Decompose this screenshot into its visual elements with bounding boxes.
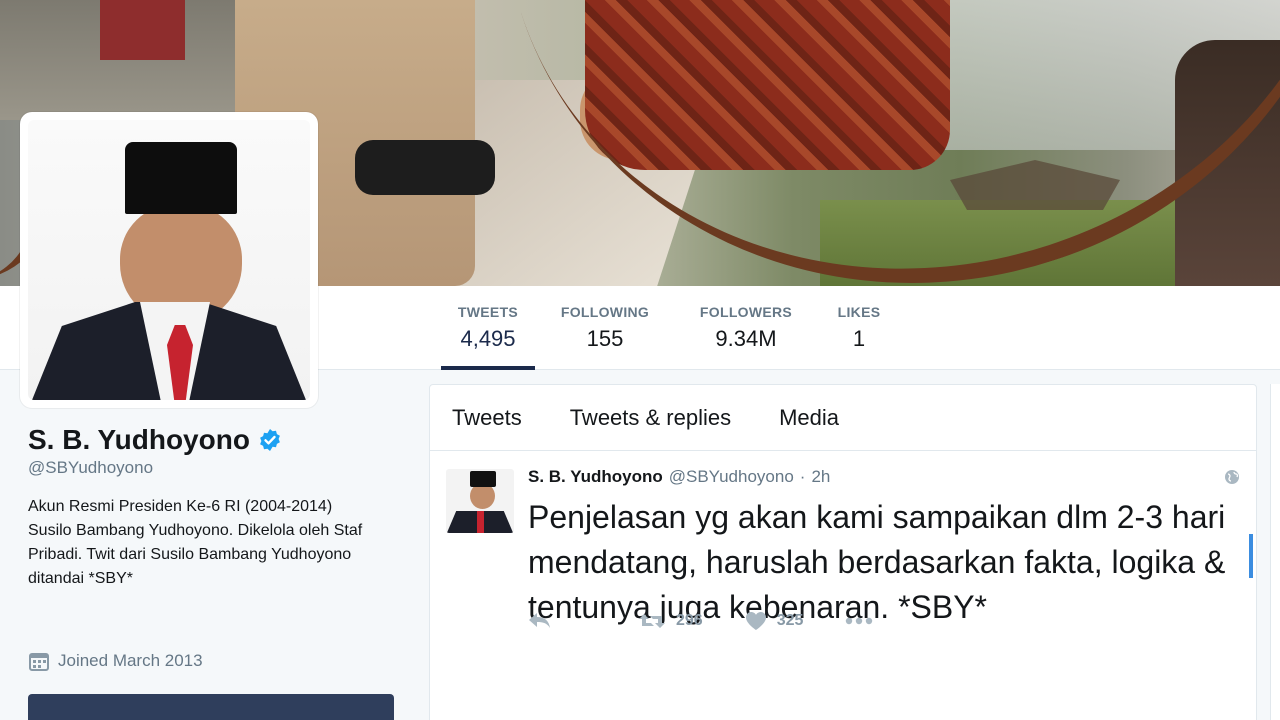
- tweet-separator: ·: [799, 467, 806, 486]
- stat-tweets-value: 4,495: [460, 326, 516, 351]
- tweet-timestamp[interactable]: 2h: [811, 467, 830, 487]
- tweet-author-name[interactable]: S. B. Yudhoyono: [528, 467, 663, 487]
- globe-icon[interactable]: [1224, 469, 1240, 485]
- tweet-to-button[interactable]: [28, 694, 394, 720]
- tweet-text: Penjelasan yg akan kami sampaikan dlm 2-…: [528, 499, 1226, 625]
- timeline-tabs: Tweets Tweets & replies Media: [430, 385, 1256, 451]
- stat-following-value: 155: [586, 326, 624, 351]
- profile-name[interactable]: S. B. Yudhoyono: [28, 424, 250, 456]
- tweet-avatar-tie: [477, 511, 484, 533]
- right-column-edge: [1270, 384, 1280, 720]
- profile-joined-text: Joined March 2013: [58, 651, 203, 670]
- reply-action[interactable]: [528, 612, 552, 630]
- timeline: Tweets Tweets & replies Media S. B. Yudh…: [429, 384, 1257, 720]
- stat-followers[interactable]: FOLLOWERS 9.34M: [690, 286, 802, 370]
- stat-tweets[interactable]: TWEETS 4,495: [441, 286, 535, 370]
- scroll-indicator[interactable]: [1249, 534, 1253, 578]
- verified-badge-icon: [260, 429, 280, 451]
- profile-name-row: S. B. Yudhoyono: [28, 424, 282, 456]
- tweet-avatar[interactable]: [446, 469, 514, 533]
- tab-tweets-replies[interactable]: Tweets & replies: [570, 405, 731, 431]
- banner-camera: [355, 140, 495, 195]
- profile-joined: Joined March 2013: [28, 650, 203, 672]
- more-dots-icon: [846, 617, 873, 625]
- avatar-peci-hat: [125, 142, 237, 214]
- stat-following-label: FOLLOWING: [560, 304, 650, 320]
- profile-handle[interactable]: @SBYudhoyono: [28, 458, 153, 478]
- tab-media[interactable]: Media: [779, 405, 839, 431]
- reply-icon: [529, 613, 550, 628]
- like-count: 325: [776, 612, 804, 629]
- calendar-icon: [29, 653, 49, 671]
- heart-icon: [745, 612, 766, 630]
- stat-likes-value: 1: [852, 326, 866, 351]
- tweet-header: S. B. Yudhoyono @SBYudhoyono · 2h: [528, 465, 1240, 489]
- profile-bio: Akun Resmi Presiden Ke-6 RI (2004-2014) …: [28, 498, 363, 587]
- stat-followers-value: 9.34M: [715, 326, 777, 351]
- stat-following[interactable]: FOLLOWING 155: [552, 286, 658, 370]
- stat-likes[interactable]: LIKES 1: [830, 286, 888, 370]
- banner-scarf: [100, 0, 185, 60]
- tweet-actions: 296 325: [528, 611, 915, 631]
- profile-avatar-card[interactable]: [20, 112, 318, 408]
- stat-likes-label: LIKES: [837, 304, 881, 320]
- more-action[interactable]: [845, 617, 873, 625]
- like-action[interactable]: 325: [745, 611, 804, 631]
- retweet-action[interactable]: 296: [638, 612, 703, 630]
- stat-tweets-label: TWEETS: [457, 304, 519, 320]
- stat-followers-label: FOLLOWERS: [699, 304, 793, 320]
- tweet-author-handle[interactable]: @SBYudhoyono: [669, 467, 794, 487]
- retweet-icon: [639, 614, 665, 628]
- tweet-item[interactable]: S. B. Yudhoyono @SBYudhoyono · 2h Penjel…: [430, 451, 1256, 720]
- tab-tweets[interactable]: Tweets: [452, 405, 522, 431]
- tweet-avatar-hat: [470, 471, 496, 487]
- profile-avatar: [28, 120, 310, 400]
- retweet-count: 296: [676, 612, 703, 629]
